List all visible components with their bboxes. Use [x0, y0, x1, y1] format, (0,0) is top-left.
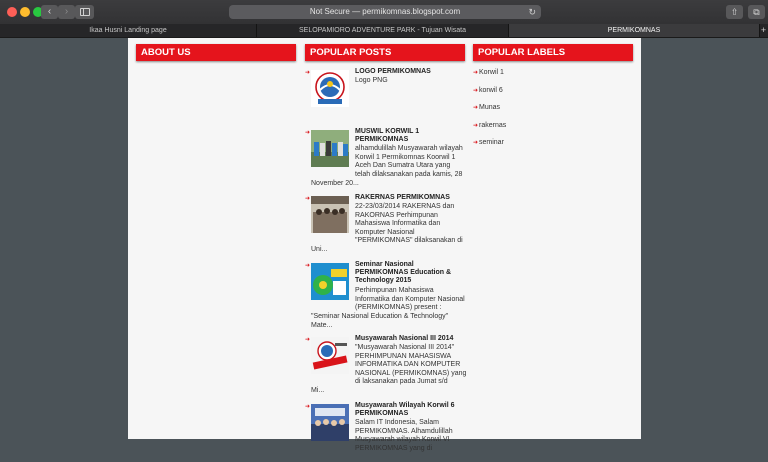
label-text[interactable]: korwil 6 [479, 86, 503, 96]
list-item: ➜ Musyawarah Nasional III 2014 "Musyawar… [305, 335, 467, 402]
post-title-link[interactable]: Musyawarah Nasional III 2014 [355, 335, 467, 343]
post-title-link[interactable]: Seminar Nasional PERMIKOMNAS Education &… [355, 261, 467, 285]
post-title-link[interactable]: Musyawarah Wilayah Korwil 6 PERMIKOMNAS [355, 402, 467, 418]
web-page: ABOUT US POPULAR POSTS ➜ LOGO PERMIKOMNA… [128, 38, 641, 452]
arrow-bullet-icon: ➜ [305, 70, 311, 76]
post-snippet-tail: November 20... [311, 180, 359, 187]
post-snippet: Logo PNG [355, 77, 388, 84]
label-text[interactable]: Munas [479, 103, 500, 113]
label-text[interactable]: Korwil 1 [479, 68, 504, 78]
label-link[interactable]: ➜ Korwil 1 [473, 68, 633, 86]
post-title-link[interactable]: LOGO PERMIKOMNAS [355, 68, 467, 76]
show-tabs-button[interactable]: ⧉ [748, 5, 765, 19]
list-item: ➜ MUSWIL KORWIL 1 PERMIKOMNAS alhamdulil… [305, 128, 465, 194]
sidebar-icon [80, 8, 90, 16]
label-link[interactable]: ➜ rakernas [473, 121, 633, 139]
arrow-bullet-icon: ➜ [305, 196, 311, 202]
label-link[interactable]: ➜ Munas [473, 103, 633, 121]
label-link[interactable]: ➜ seminar [473, 138, 633, 156]
post-thumbnail[interactable] [311, 337, 349, 374]
popular-posts-widget: POPULAR POSTS ➜ LOGO PERMIKOMNAS Logo PN… [305, 44, 467, 462]
reload-icon[interactable]: ↻ [528, 5, 536, 19]
popular-labels-widget: POPULAR LABELS ➜ Korwil 1 ➜ korwil 6 ➜ Muna… [473, 44, 633, 156]
chevron-right-icon: › [64, 6, 69, 17]
post-snippet: 22-23/03/2014 RAKERNAS dan RAKORNAS Perh… [355, 203, 463, 245]
post-thumbnail[interactable] [311, 263, 349, 300]
post-snippet: alhamdulillah Musyawarah wilayah Korwil … [355, 145, 463, 178]
list-item: ➜ Musyawarah Wilayah Korwil 6 PERMIKOMNA… [305, 402, 465, 462]
arrow-bullet-icon: ➜ [473, 70, 479, 76]
post-thumbnail[interactable] [311, 196, 349, 233]
list-item: ➜ RAKERNAS PERMIKOMNAS 22-23/03/2014 RAK… [305, 194, 465, 261]
post-thumbnail[interactable] [311, 130, 349, 167]
forward-button[interactable]: › [58, 5, 75, 19]
post-snippet-tail: Mi... [311, 387, 325, 394]
post-snippet: "Musyawarah Nasional III 2014" PERHIMPUN… [355, 344, 467, 386]
post-snippet-tail: Uni... [311, 246, 328, 253]
address-bar[interactable]: Not Secure — permikomnas.blogspot.com ↻ [229, 5, 541, 19]
arrow-bullet-icon: ➜ [473, 140, 479, 146]
sidebar-toggle-button[interactable] [75, 5, 94, 19]
close-window-button[interactable] [7, 7, 17, 17]
back-button[interactable]: ‹ [41, 5, 58, 19]
arrow-bullet-icon: ➜ [473, 87, 479, 94]
arrow-bullet-icon: ➜ [305, 337, 311, 343]
post-snippet: Salam IT Indonesia, Salam PERMIKOMNAS. A… [355, 419, 453, 452]
about-us-widget: ABOUT US [136, 44, 296, 61]
list-item: ➜ Seminar Nasional PERMIKOMNAS Education… [305, 261, 465, 335]
post-title-link[interactable]: MUSWIL KORWIL 1 PERMIKOMNAS [355, 128, 467, 144]
arrow-bullet-icon: ➜ [305, 263, 311, 269]
new-tab-button[interactable]: + [759, 24, 768, 37]
arrow-bullet-icon: ➜ [473, 105, 479, 111]
tab-ikaa-husni[interactable]: Ikaa Husni Landing page [0, 24, 257, 37]
arrow-bullet-icon: ➜ [305, 404, 311, 410]
post-thumbnail[interactable] [311, 404, 349, 441]
post-snippet: Perhimpunan Mahasiswa Informatika dan Ko… [355, 287, 465, 312]
post-thumbnail[interactable] [311, 70, 349, 107]
list-item: ➜ LOGO PERMIKOMNAS Logo PNG [305, 68, 465, 128]
label-link[interactable]: ➜ korwil 6 [473, 86, 633, 104]
popular-posts-heading: POPULAR POSTS [305, 44, 465, 61]
post-snippet-tail: "Seminar Nasional Education & Technology… [311, 313, 449, 329]
minimize-window-button[interactable] [20, 7, 30, 17]
chevron-left-icon: ‹ [47, 6, 52, 17]
post-title-link[interactable]: RAKERNAS PERMIKOMNAS [355, 194, 467, 202]
browser-toolbar: ‹ › Not Secure — permikomnas.blogspot.co… [0, 0, 768, 24]
tabs-icon: ⧉ [753, 7, 760, 17]
popular-labels-heading: POPULAR LABELS [473, 44, 633, 61]
tab-permikomnas[interactable]: PERMIKOMNAS [509, 24, 760, 37]
tab-bar: Ikaa Husni Landing page SELOPAMIORO ADVE… [0, 24, 768, 38]
about-us-heading: ABOUT US [136, 44, 296, 61]
share-button[interactable]: ⇧ [726, 5, 743, 19]
tab-selopamioro[interactable]: SELOPAMIORO ADVENTURE PARK - Tujuan Wisa… [257, 24, 509, 37]
arrow-bullet-icon: ➜ [473, 122, 479, 129]
label-text[interactable]: seminar [479, 138, 504, 148]
arrow-bullet-icon: ➜ [305, 130, 311, 136]
share-icon: ⇧ [730, 7, 739, 17]
label-text[interactable]: rakernas [479, 121, 506, 131]
url-text: Not Secure — permikomnas.blogspot.com [309, 7, 461, 16]
